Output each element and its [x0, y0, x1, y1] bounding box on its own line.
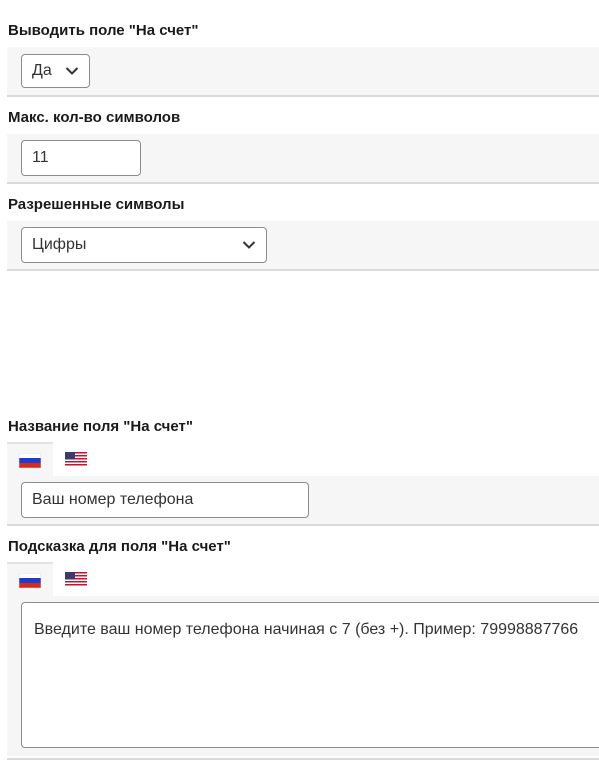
- tab-language-ru[interactable]: [7, 442, 53, 476]
- field-hint-value: Введите ваш номер телефона начиная с 7 (…: [34, 621, 579, 638]
- ru-flag-icon: [19, 572, 41, 588]
- us-flag-icon: [65, 451, 87, 467]
- divider: [7, 95, 599, 97]
- show-field-row: [7, 47, 599, 95]
- max-chars-value: 11: [32, 149, 49, 166]
- chevron-down-icon: [242, 241, 256, 249]
- tab-language-en[interactable]: [53, 442, 99, 476]
- allowed-chars-value: Цифры: [32, 236, 87, 253]
- show-field-value: Да: [32, 62, 52, 79]
- field-name-label: Название поля "На счет": [8, 418, 193, 435]
- allowed-chars-select[interactable]: Цифры: [21, 227, 267, 263]
- field-hint-language-tabs: [7, 562, 99, 596]
- ru-flag-icon: [19, 452, 41, 468]
- field-name-input[interactable]: Ваш номер телефона: [21, 482, 309, 518]
- divider: [7, 269, 599, 271]
- field-hint-label: Подсказка для поля "На счет": [8, 538, 231, 555]
- chevron-down-icon: [65, 67, 79, 75]
- divider: [7, 524, 599, 526]
- divider: [7, 182, 599, 184]
- field-name-language-tabs: [7, 442, 99, 476]
- max-chars-label: Макс. кол-во символов: [8, 109, 181, 126]
- field-hint-textarea[interactable]: Введите ваш номер телефона начиная с 7 (…: [21, 602, 599, 748]
- show-field-select[interactable]: Да: [21, 54, 90, 88]
- allowed-chars-label: Разрешенные символы: [8, 196, 185, 213]
- divider: [7, 758, 599, 760]
- field-name-value: Ваш номер телефона: [32, 491, 194, 508]
- tab-language-ru[interactable]: [7, 562, 53, 596]
- us-flag-icon: [65, 571, 87, 587]
- show-field-label: Выводить поле "На счет": [8, 22, 199, 39]
- tab-language-en[interactable]: [53, 562, 99, 596]
- max-chars-input[interactable]: 11: [21, 140, 141, 176]
